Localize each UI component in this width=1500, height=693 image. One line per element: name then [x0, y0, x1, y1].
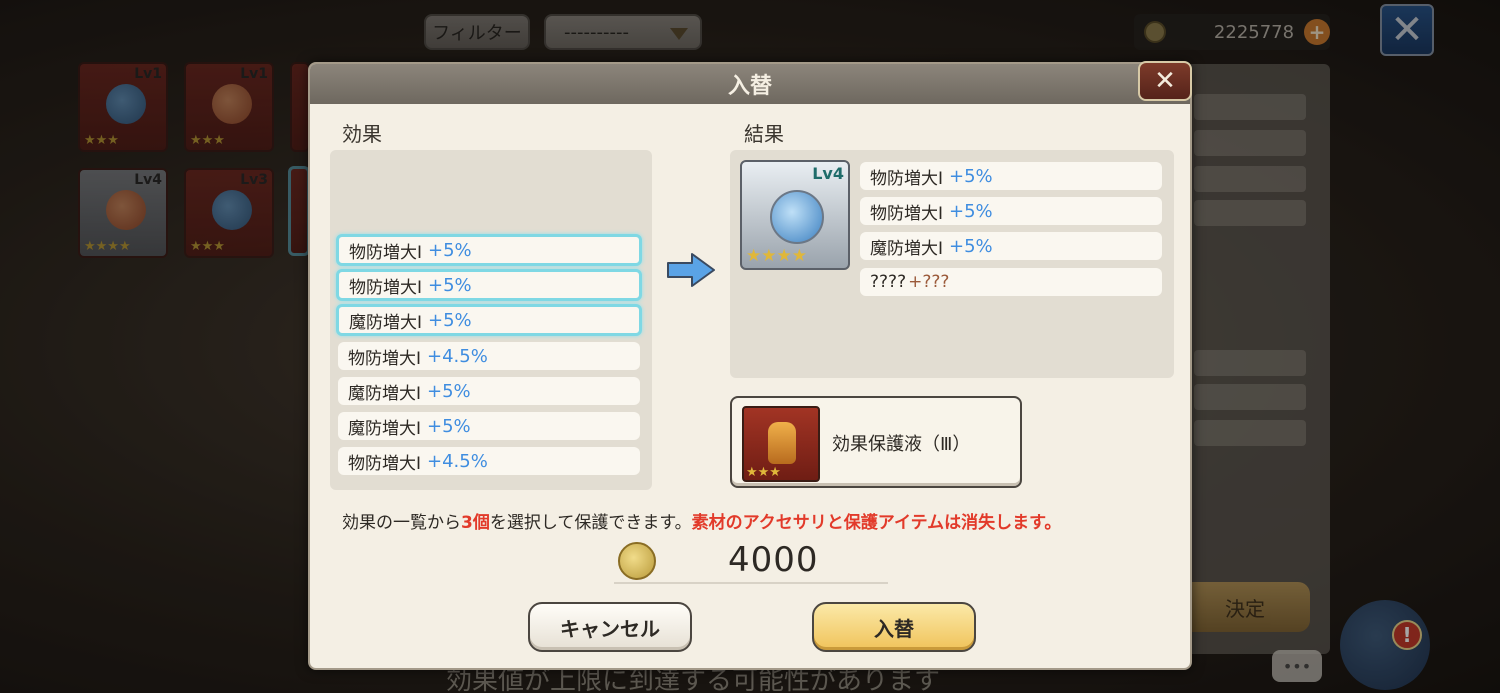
result-heading: 結果	[744, 122, 784, 146]
cost-display: 4000	[614, 538, 888, 584]
effect-name: 魔防増大Ⅰ	[349, 312, 423, 333]
effect-name: 物防増大Ⅰ	[348, 453, 422, 474]
cancel-button[interactable]: キャンセル	[528, 602, 692, 652]
effect-name: 物防増大Ⅰ	[348, 348, 422, 369]
close-dialog-button[interactable]: ✕	[1138, 61, 1192, 101]
protect-item-button[interactable]: ★★★ 効果保護液（Ⅲ）	[730, 396, 1022, 488]
item-stars: ★★★	[746, 465, 781, 480]
effect-value: +4.5%	[427, 450, 488, 472]
swap-button[interactable]: 入替	[812, 602, 976, 652]
result-panel: Lv4 ★★★★ 物防増大Ⅰ +5% 物防増大Ⅰ +5% 魔防増大Ⅰ +5% ????…	[730, 150, 1174, 378]
cost-amount: 4000	[728, 540, 819, 580]
result-effect-unknown: ???? +???	[860, 268, 1162, 296]
effect-value: +5%	[427, 415, 471, 437]
bottle-icon	[768, 422, 796, 464]
effect-value: +5%	[949, 200, 993, 222]
effect-item[interactable]: 魔防増大Ⅰ +5%	[338, 377, 640, 405]
effect-value: +5%	[949, 165, 993, 187]
result-effect: 魔防増大Ⅰ +5%	[860, 232, 1162, 260]
effect-name: 魔防増大Ⅰ	[348, 383, 422, 404]
effect-value: +4.5%	[427, 345, 488, 367]
notice-text: 効果の一覧から3個を選択して保護できます。素材のアクセサリと保護アイテムは消失し…	[342, 508, 1061, 533]
result-effect: 物防増大Ⅰ +5%	[860, 197, 1162, 225]
effect-value: +5%	[428, 239, 472, 261]
effect-item-selected[interactable]: 魔防増大Ⅰ +5%	[336, 304, 642, 336]
effect-item-selected[interactable]: 物防増大Ⅰ +5%	[336, 234, 642, 266]
effect-name: 魔防増大Ⅰ	[348, 418, 422, 439]
result-effect: 物防増大Ⅰ +5%	[860, 162, 1162, 190]
notice-warning: 素材のアクセサリと保護アイテムは消失します。	[691, 513, 1062, 533]
effect-value: +5%	[427, 380, 471, 402]
notice-part: を選択して保護できます。	[489, 513, 692, 533]
swap-dialog: 入替 効果 結果 物防増大Ⅰ +5% 物防増大Ⅰ +5% 魔防増大Ⅰ +5% 物防増大…	[308, 62, 1192, 670]
effect-name: 物防増大Ⅰ	[349, 277, 423, 298]
effect-item[interactable]: 魔防増大Ⅰ +5%	[338, 412, 640, 440]
effect-value: +5%	[428, 274, 472, 296]
coin-icon	[618, 542, 656, 580]
effect-item-selected[interactable]: 物防増大Ⅰ +5%	[336, 269, 642, 301]
notice-part: 効果の一覧から	[342, 513, 461, 533]
close-icon: ✕	[1154, 66, 1176, 96]
effect-name: ????	[870, 272, 907, 292]
item-level: Lv4	[812, 164, 844, 183]
effect-name: 物防増大Ⅰ	[870, 203, 944, 224]
effect-name: 物防増大Ⅰ	[349, 242, 423, 263]
notice-count: 3個	[461, 513, 490, 533]
dialog-title: 入替	[310, 64, 1190, 104]
effect-value: +???	[908, 272, 950, 292]
protect-item-name: 効果保護液（Ⅲ）	[832, 434, 971, 455]
effects-list: 物防増大Ⅰ +5% 物防増大Ⅰ +5% 魔防増大Ⅰ +5% 物防増大Ⅰ +4.5% 魔防…	[330, 150, 652, 490]
effect-item[interactable]: 物防増大Ⅰ +4.5%	[338, 447, 640, 475]
effect-item[interactable]: 物防増大Ⅰ +4.5%	[338, 342, 640, 370]
effect-name: 物防増大Ⅰ	[870, 168, 944, 189]
item-stars: ★★★★	[746, 246, 807, 266]
result-accessory: Lv4 ★★★★	[740, 160, 850, 270]
protect-item-icon: ★★★	[742, 406, 820, 482]
flask-icon	[770, 190, 824, 244]
effect-value: +5%	[428, 309, 472, 331]
arrow-right-icon	[667, 253, 715, 287]
effects-heading: 効果	[342, 122, 382, 146]
effect-value: +5%	[949, 235, 993, 257]
effect-name: 魔防増大Ⅰ	[870, 238, 944, 259]
